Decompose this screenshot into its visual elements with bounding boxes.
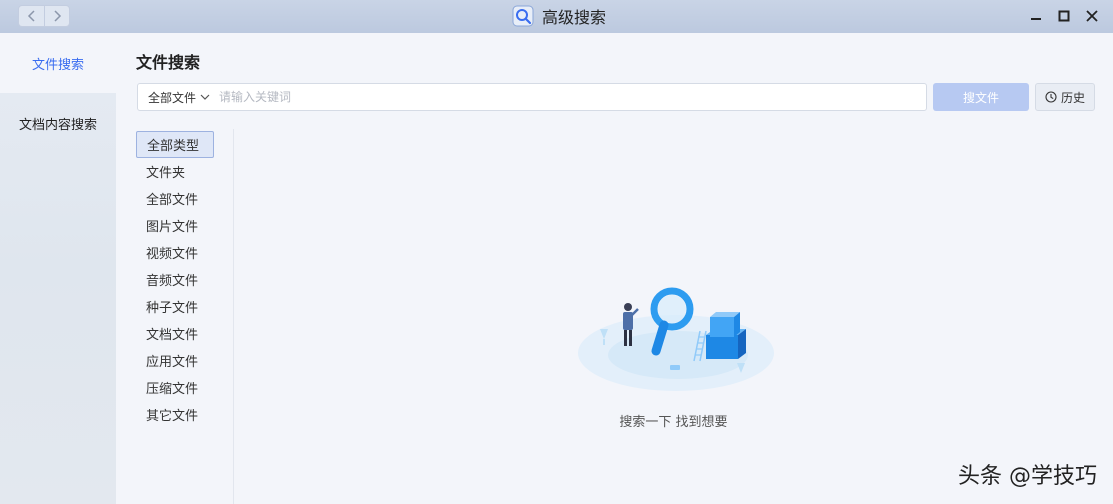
- search-button[interactable]: 搜文件: [933, 83, 1029, 111]
- type-item-all-types[interactable]: 全部类型: [136, 131, 214, 158]
- type-item-torrents[interactable]: 种子文件: [136, 293, 214, 320]
- title-bar: 高级搜索: [0, 0, 1113, 33]
- watermark-text: 头条 @学技巧: [958, 464, 1097, 489]
- sidebar-item-label: 文档内容搜索: [18, 117, 97, 133]
- empty-search-illustration: [578, 287, 774, 391]
- type-item-label: 文件夹: [146, 166, 186, 181]
- back-icon: [27, 10, 35, 22]
- chevron-down-icon: [200, 94, 210, 100]
- back-button[interactable]: [18, 5, 44, 27]
- history-button[interactable]: 历史: [1035, 83, 1095, 111]
- search-input[interactable]: [219, 84, 926, 110]
- type-item-documents[interactable]: 文档文件: [136, 320, 214, 347]
- magnifier-app-icon: [512, 5, 534, 27]
- history-button-label: 历史: [1060, 90, 1085, 105]
- type-item-images[interactable]: 图片文件: [136, 212, 214, 239]
- type-item-archives[interactable]: 压缩文件: [136, 374, 214, 401]
- type-item-label: 全部文件: [146, 193, 199, 208]
- list-divider: [233, 129, 234, 504]
- main-panel: 文件搜索 全部文件 搜文件 历史 全部类型 文件夹 全部文件 图片文件 视频文件…: [116, 33, 1113, 504]
- scope-select[interactable]: 全部文件: [138, 84, 219, 110]
- window-controls: [1029, 6, 1099, 26]
- type-item-label: 音频文件: [146, 274, 199, 289]
- minimize-icon: [1031, 18, 1041, 20]
- forward-button[interactable]: [44, 5, 70, 27]
- type-item-others[interactable]: 其它文件: [136, 401, 214, 428]
- type-item-apps[interactable]: 应用文件: [136, 347, 214, 374]
- close-icon: [1086, 10, 1098, 22]
- type-item-videos[interactable]: 视频文件: [136, 239, 214, 266]
- type-item-all-files[interactable]: 全部文件: [136, 185, 214, 212]
- type-item-label: 种子文件: [146, 301, 199, 316]
- type-item-label: 文档文件: [146, 328, 199, 343]
- clock-icon: [1045, 91, 1057, 103]
- type-filter-list: 全部类型 文件夹 全部文件 图片文件 视频文件 音频文件 种子文件 文档文件 应…: [136, 131, 214, 428]
- nav-buttons: [18, 5, 70, 27]
- scope-select-label: 全部文件: [148, 90, 197, 105]
- page-title: 文件搜索: [136, 53, 201, 72]
- type-item-label: 其它文件: [146, 409, 199, 424]
- sidebar-item-content-search[interactable]: 文档内容搜索: [0, 93, 116, 153]
- type-item-label: 压缩文件: [146, 382, 199, 397]
- type-item-audio[interactable]: 音频文件: [136, 266, 214, 293]
- sidebar-item-file-search[interactable]: 文件搜索: [0, 33, 116, 93]
- type-item-folder[interactable]: 文件夹: [136, 158, 214, 185]
- type-item-label: 全部类型: [147, 139, 200, 154]
- sidebar-item-label: 文件搜索: [31, 57, 84, 73]
- type-item-label: 视频文件: [146, 247, 199, 262]
- type-item-label: 应用文件: [146, 355, 199, 370]
- sidebar: 文件搜索 文档内容搜索: [0, 33, 116, 504]
- forward-icon: [54, 10, 62, 22]
- maximize-icon: [1058, 10, 1070, 22]
- maximize-button[interactable]: [1057, 6, 1071, 26]
- window-title-area: 高级搜索: [512, 4, 606, 28]
- window-title: 高级搜索: [542, 8, 607, 27]
- minimize-button[interactable]: [1029, 6, 1043, 26]
- empty-state-text: 搜索一下 找到想要: [619, 415, 728, 430]
- type-item-label: 图片文件: [146, 220, 199, 235]
- close-button[interactable]: [1085, 6, 1099, 26]
- search-box: 全部文件: [137, 83, 927, 111]
